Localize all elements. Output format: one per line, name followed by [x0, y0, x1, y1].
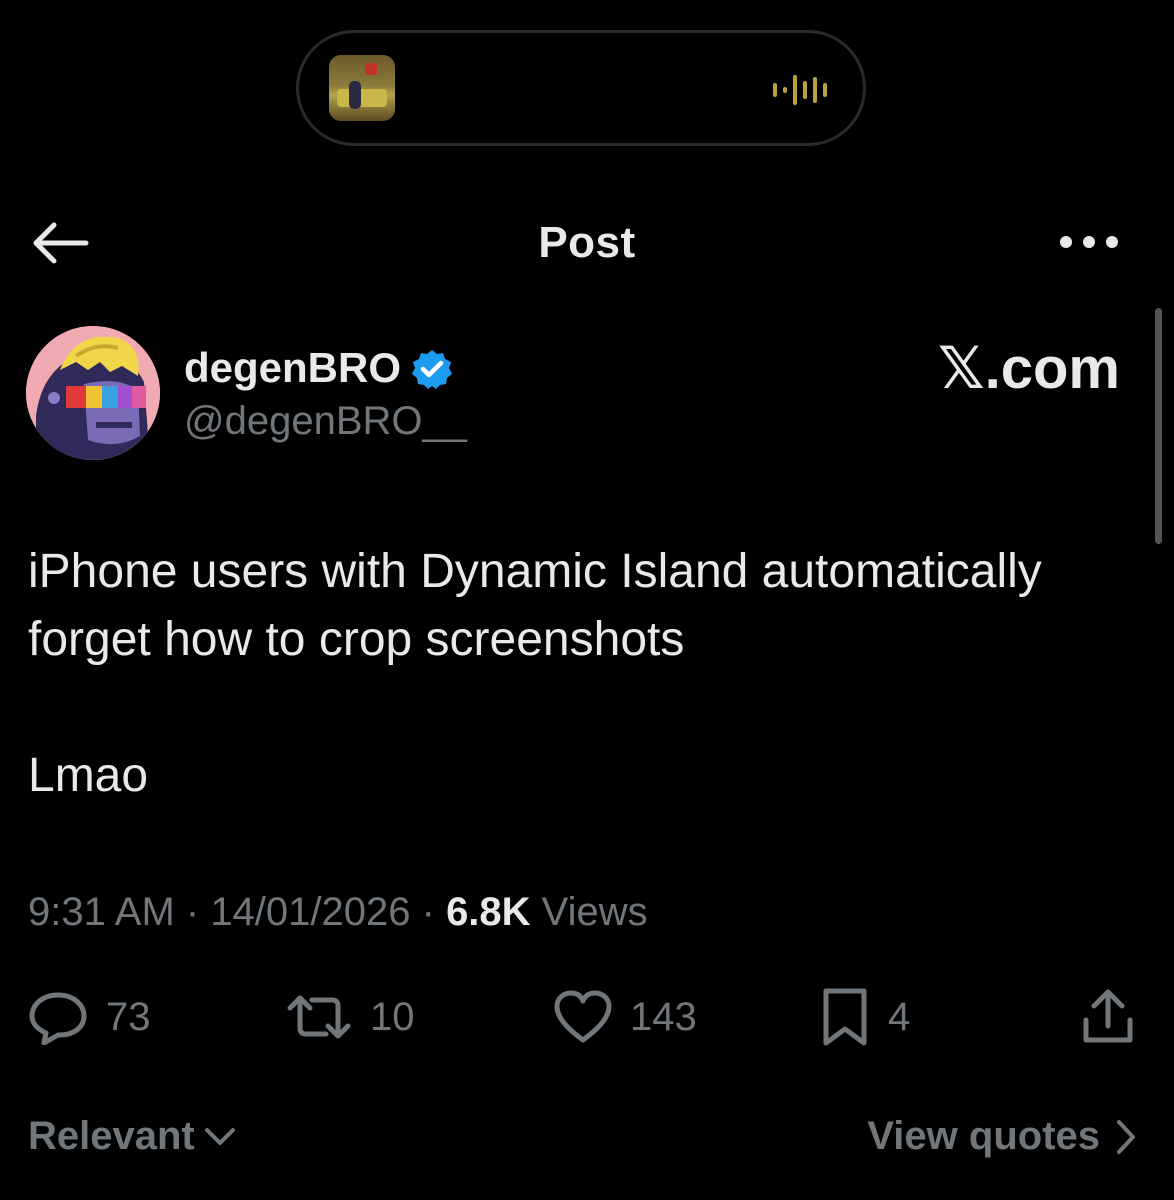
- heart-icon: [554, 990, 612, 1043]
- like-count: 143: [630, 994, 697, 1039]
- bookmark-count: 4: [888, 994, 911, 1039]
- post-time[interactable]: 9:31 AM: [28, 890, 175, 934]
- post-date[interactable]: 14/01/2026: [210, 890, 410, 934]
- meta-separator: ·: [174, 890, 211, 934]
- post-text-line: Lmao: [28, 749, 149, 802]
- view-quotes-link[interactable]: View quotes: [867, 1114, 1138, 1159]
- chevron-down-icon: [204, 1127, 235, 1145]
- scroll-indicator[interactable]: [1155, 308, 1162, 544]
- repost-count: 10: [370, 994, 415, 1039]
- post-meta: 9:31 AM · 14/01/2026 · 6.8K Views: [28, 890, 648, 935]
- share-icon: [1083, 989, 1133, 1043]
- sort-label: Relevant: [28, 1114, 195, 1158]
- share-button[interactable]: [1080, 985, 1136, 1049]
- bookmark-button[interactable]: 4: [820, 985, 910, 1049]
- like-button[interactable]: 143: [554, 985, 697, 1049]
- page-title: Post: [538, 218, 636, 267]
- meta-separator: ·: [410, 890, 447, 934]
- album-art-thumbnail: [329, 55, 395, 121]
- reply-button[interactable]: 73: [28, 985, 151, 1049]
- chevron-right-icon: [1117, 1119, 1135, 1154]
- views-count[interactable]: 6.8K: [446, 890, 531, 934]
- author-info: degenBRO @degenBRO__: [184, 340, 467, 446]
- more-horizontal-icon[interactable]: [1058, 230, 1120, 254]
- dynamic-island[interactable]: [296, 30, 866, 146]
- audio-waveform-icon: [773, 75, 827, 105]
- views-label: Views: [530, 890, 648, 934]
- author-handle[interactable]: @degenBRO__: [184, 396, 467, 446]
- author-display-name[interactable]: degenBRO: [184, 344, 401, 392]
- reply-count: 73: [106, 994, 151, 1039]
- reply-icon: [29, 992, 87, 1045]
- x-com-watermark: 𝕏.com: [937, 336, 1120, 401]
- avatar-pixel-ape: [26, 326, 160, 460]
- top-nav-bar: Post: [0, 200, 1174, 284]
- post-text: iPhone users with Dynamic Island automat…: [28, 538, 1138, 810]
- repost-icon: [287, 995, 351, 1039]
- action-bar: 73 10 143 4: [0, 985, 1174, 1055]
- sort-replies-button[interactable]: Relevant: [28, 1114, 237, 1159]
- view-quotes-label: View quotes: [867, 1114, 1100, 1158]
- post-text-line: iPhone users with Dynamic Island automat…: [28, 545, 1042, 666]
- verified-badge-icon[interactable]: [411, 348, 453, 390]
- bookmark-icon: [823, 988, 867, 1046]
- repost-button[interactable]: 10: [286, 985, 415, 1049]
- avatar[interactable]: [26, 326, 160, 460]
